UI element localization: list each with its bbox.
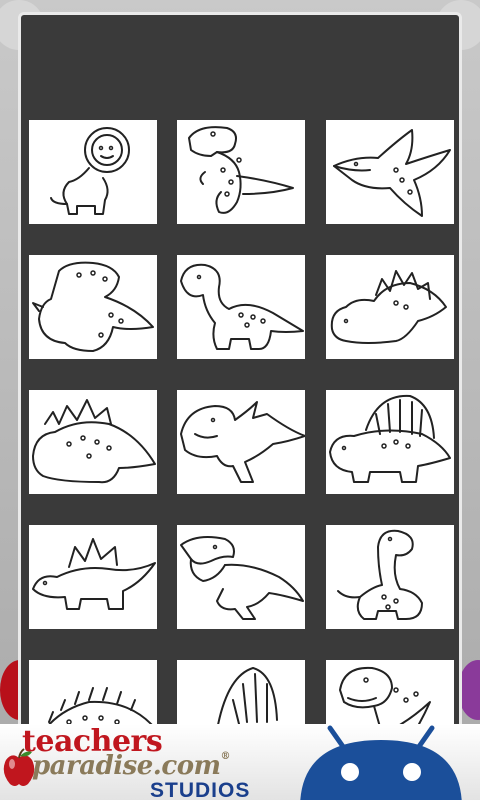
thumbnail-pterodactyl[interactable] [326,120,454,224]
thumbnail-spiky-back-dino[interactable] [29,660,157,724]
thumbnail-long-neck-dino[interactable] [326,525,454,629]
thumbnail-stegosaurus[interactable] [326,255,454,359]
registered-mark: ® [220,751,231,762]
thumbnail-trex-happy[interactable] [326,660,454,724]
thumbnail-dimetrodon[interactable] [326,390,454,494]
thumbnail-spinosaurus[interactable] [177,660,305,724]
thumbnail-stegosaurus-walking[interactable] [29,525,157,629]
android-robot-icon [300,725,462,800]
thumbnail-trex-roaring[interactable] [177,525,305,629]
thumbnail-triceratops[interactable] [29,255,157,359]
thumbnail-brontosaurus[interactable] [177,255,305,359]
thumbnail-dino-astronaut[interactable] [29,120,157,224]
thumbnail-stegosaurus-spotted[interactable] [29,390,157,494]
thumbnail-trex-standing[interactable] [177,120,305,224]
thumbnail-raptor-spiky[interactable] [177,390,305,494]
ad-banner[interactable]: teachers paradise.com® STUDIOS [0,724,480,800]
picture-picker-dialog [18,12,462,724]
brand-paradise-text: paradise.com® [32,751,231,781]
brand-domain: paradise.com [32,751,221,781]
brand-studios-text: STUDIOS [150,779,251,800]
